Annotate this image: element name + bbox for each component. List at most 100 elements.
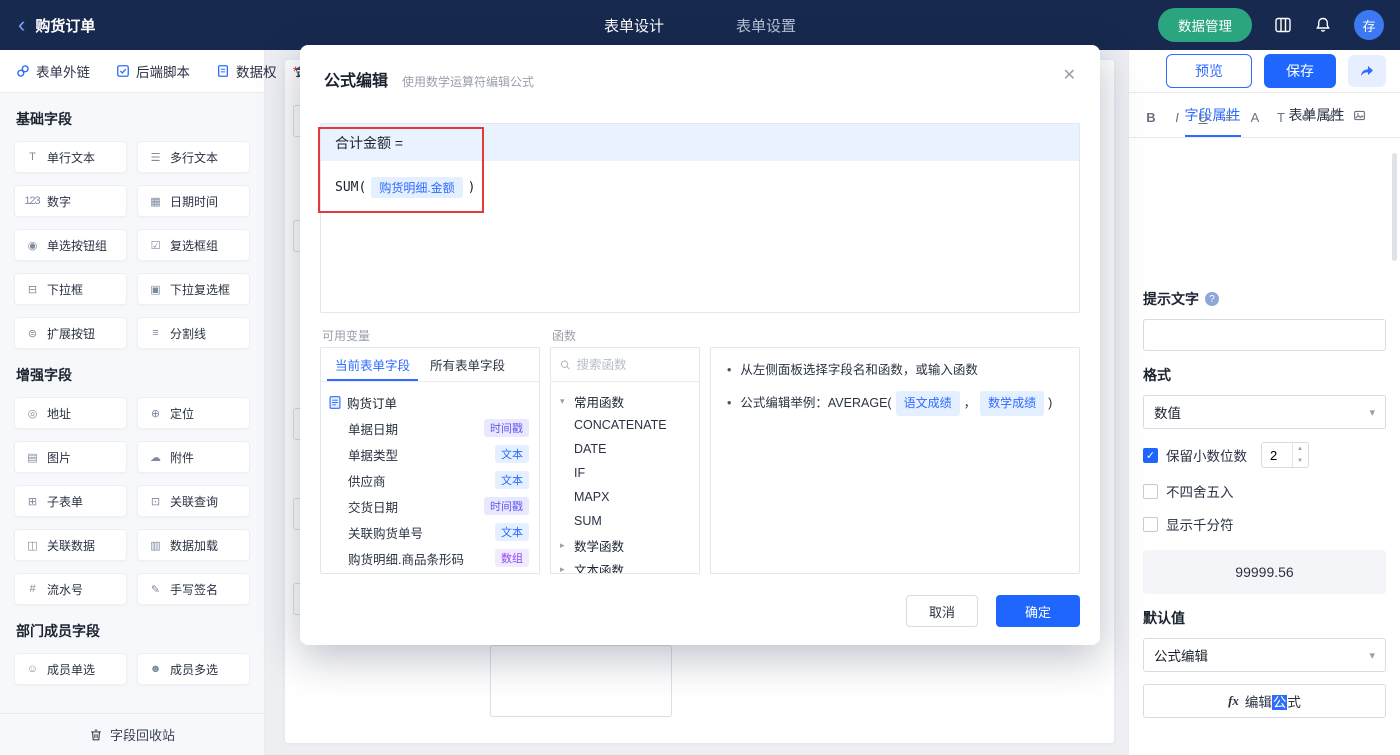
function-search-input[interactable] — [576, 357, 690, 372]
field-description-editor[interactable] — [1143, 129, 1386, 275]
close-icon[interactable]: ✕ — [1063, 65, 1076, 85]
sidebar-field-item[interactable]: ⊞ 子表单 — [14, 485, 127, 517]
sidebar-field-item[interactable]: ☁ 附件 — [137, 441, 250, 473]
recycle-bin-label: 字段回收站 — [109, 728, 175, 743]
highlighted-char: 公 — [1271, 695, 1288, 710]
sidebar-field-item[interactable]: ⊜ 扩展按钮 — [14, 317, 127, 349]
back-icon[interactable]: ‹ — [18, 14, 25, 36]
variable-row[interactable]: 购货明细.商品条形码 数组 — [329, 545, 531, 571]
sidebar-field-item[interactable]: ☻ 成员多选 — [137, 653, 250, 685]
group-common-functions[interactable]: ▾ 常用函数 — [560, 389, 690, 413]
sidebar-field-item[interactable]: ⊟ 下拉框 — [14, 273, 127, 305]
sidebar-field-item[interactable]: ✎ 手写签名 — [137, 573, 250, 605]
sidebar-field-item[interactable]: ⊕ 定位 — [137, 397, 250, 429]
stepper-up-icon[interactable]: ▲ — [1293, 443, 1307, 455]
sidebar-field-item[interactable]: ▥ 数据加载 — [137, 529, 250, 561]
modal-subtitle: 使用数学运算符编辑公式 — [402, 75, 535, 89]
variables-tree-root[interactable]: 购货订单 — [329, 389, 531, 415]
function-item[interactable]: IF — [560, 461, 690, 485]
sidebar-field-item[interactable]: T 单行文本 — [14, 141, 127, 173]
function-item[interactable]: SUM — [560, 509, 690, 533]
sidebar-field-item[interactable]: ▤ 图片 — [14, 441, 127, 473]
action-toolbar: 预览 保存 — [1129, 50, 1400, 93]
chevron-right-icon: ▸ — [560, 539, 565, 550]
thousands-separator-checkbox[interactable] — [1143, 516, 1158, 532]
document-icon — [329, 395, 341, 409]
sidebar-field-item[interactable]: 123 数字 — [14, 185, 127, 217]
unlink-icon[interactable] — [1325, 109, 1341, 125]
no-rounding-row: 不四舍五入 — [1143, 481, 1386, 501]
hint-text-input[interactable] — [1143, 319, 1386, 351]
form-field-input[interactable] — [490, 645, 672, 717]
field-item-label: 复选框组 — [170, 238, 219, 253]
sidebar-field-item[interactable]: ☰ 多行文本 — [137, 141, 250, 173]
no-rounding-checkbox[interactable] — [1143, 483, 1158, 499]
fx-icon: fx — [1228, 693, 1239, 708]
field-recycle-bin[interactable]: 字段回收站 — [0, 713, 264, 755]
tab-all-form-fields[interactable]: 所有表单字段 — [422, 348, 513, 381]
member-icon: ☺ — [26, 663, 38, 675]
function-item[interactable]: CONCATENATE — [560, 413, 690, 437]
share-button[interactable] — [1348, 55, 1386, 87]
link-icon[interactable] — [1299, 109, 1315, 125]
font-size-icon[interactable]: T — [1273, 110, 1289, 125]
sidebar-field-item[interactable]: ☺ 成员单选 — [14, 653, 127, 685]
bold-icon[interactable]: B — [1143, 110, 1159, 125]
data-manage-button[interactable]: 数据管理 — [1158, 8, 1252, 42]
variable-row[interactable]: 单据类型 文本 — [329, 441, 531, 467]
formula-field-tag[interactable]: 购货明细.金额 — [371, 177, 463, 198]
field-item-label: 扩展按钮 — [47, 326, 96, 341]
panel-scrollbar[interactable] — [1392, 153, 1397, 261]
tab-form-settings[interactable]: 表单设置 — [736, 15, 796, 36]
app-switch-icon[interactable] — [1274, 16, 1292, 34]
edit-formula-button[interactable]: fx 编辑公式 — [1143, 684, 1386, 718]
formula-editor[interactable]: 合计金额 = SUM( 购货明细.金额 ) — [320, 123, 1080, 313]
app-header: ‹ 购货订单 表单设计 表单设置 数据管理 存 — [0, 0, 1400, 50]
image-icon[interactable] — [1351, 109, 1367, 125]
decimal-places-checkbox[interactable]: ✓ — [1143, 447, 1158, 463]
variable-row[interactable]: 关联购货单号 文本 — [329, 519, 531, 545]
underline-icon[interactable]: U — [1195, 110, 1211, 125]
sidebar-field-item[interactable]: ☑ 复选框组 — [137, 229, 250, 261]
stepper-down-icon[interactable]: ▼ — [1293, 455, 1307, 467]
save-button[interactable]: 保存 — [1264, 54, 1336, 88]
function-item[interactable]: MAPX — [560, 485, 690, 509]
decimal-places-input[interactable] — [1262, 443, 1292, 467]
help-panel: 从左侧面板选择字段名和函数，或输入函数 公式编辑举例：AVERAGE( 语文成绩… — [710, 347, 1080, 574]
confirm-button[interactable]: 确定 — [996, 595, 1080, 627]
sidebar-field-item[interactable]: ▣ 下拉复选框 — [137, 273, 250, 305]
sidebar-field-item[interactable]: ◫ 关联数据 — [14, 529, 127, 561]
variable-row[interactable]: 交货日期 时间戳 — [329, 493, 531, 519]
font-color-icon[interactable]: A — [1247, 110, 1263, 125]
field-item-label: 多行文本 — [170, 150, 219, 165]
sidebar-field-item[interactable]: ⊡ 关联查询 — [137, 485, 250, 517]
form-external-link-item[interactable]: 表单外链 — [16, 61, 90, 81]
italic-icon[interactable]: I — [1169, 110, 1185, 125]
data-permission-item[interactable]: 数据权 — [216, 61, 277, 81]
align-icon[interactable]: ≡ — [1221, 110, 1237, 125]
group-math-functions[interactable]: ▸ 数学函数 — [560, 533, 690, 557]
variable-row[interactable]: 供应商 文本 — [329, 467, 531, 493]
function-item[interactable]: DATE — [560, 437, 690, 461]
help-question-icon[interactable]: ? — [1205, 292, 1219, 306]
variable-row[interactable]: 单据日期 时间戳 — [329, 415, 531, 441]
field-item-label: 手写签名 — [170, 582, 219, 597]
preview-button[interactable]: 预览 — [1166, 54, 1252, 88]
variable-type-badge: 文本 — [495, 523, 529, 541]
tab-current-form-fields[interactable]: 当前表单字段 — [327, 348, 418, 381]
tab-form-design[interactable]: 表单设计 — [604, 15, 664, 36]
group-text-functions[interactable]: ▸ 文本函数 — [560, 557, 690, 574]
sidebar-field-item[interactable]: ≡ 分割线 — [137, 317, 250, 349]
notification-bell-icon[interactable] — [1314, 16, 1332, 34]
backend-script-item[interactable]: 后端脚本 — [116, 61, 190, 81]
default-value-select[interactable]: 公式编辑 ▾ — [1143, 638, 1386, 672]
sidebar-field-item[interactable]: ◎ 地址 — [14, 397, 127, 429]
field-type-icon: ⊟ — [27, 283, 37, 296]
cancel-button[interactable]: 取消 — [906, 595, 978, 627]
sidebar-field-item[interactable]: ▦ 日期时间 — [137, 185, 250, 217]
sidebar-field-item[interactable]: ◉ 单选按钮组 — [14, 229, 127, 261]
format-select[interactable]: 数值 ▾ — [1143, 395, 1386, 429]
sidebar-field-item[interactable]: # 流水号 — [14, 573, 127, 605]
user-avatar[interactable]: 存 — [1354, 10, 1384, 40]
field-type-icon: ◎ — [27, 407, 38, 420]
